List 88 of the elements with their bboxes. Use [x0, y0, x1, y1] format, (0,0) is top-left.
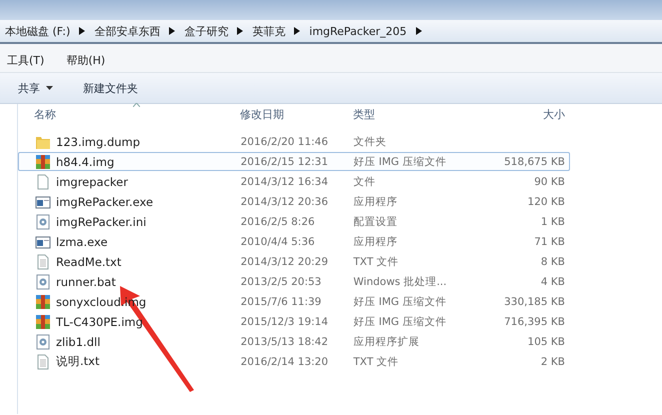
modified-date: 2016/2/14 13:20 [240, 356, 330, 368]
modified-date: 2014/3/12 20:29 [240, 256, 330, 268]
file-row[interactable]: runner.bat 2013/2/5 20:53 Windows 批处理... 4 KB [18, 272, 570, 291]
file-row[interactable]: 123.img.dump 2016/2/20 11:46 文件夹 [18, 132, 570, 151]
modified-date: 2016/2/5 8:26 [240, 216, 316, 228]
file-name: TL-C430PE.img [56, 314, 143, 328]
archive-icon [35, 294, 51, 310]
toolbar-button[interactable]: 新建文件夹 [75, 78, 146, 98]
document-icon [35, 174, 51, 190]
menu-item[interactable]: 工具(T) [7, 52, 44, 68]
file-type: 应用程序 [353, 234, 398, 248]
file-name: h84.4.img [56, 154, 114, 168]
file-row[interactable]: TL-C430PE.img 2015/12/3 19:14 好压 IMG 压缩文件 716,395 KB [18, 312, 570, 331]
file-size: 105 KB [528, 336, 565, 348]
file-type: 应用程序 [353, 194, 398, 208]
file-row[interactable]: 说明.txt 2016/2/14 13:20 TXT 文件 2 KB [18, 352, 570, 371]
column-header[interactable]: 类型 [353, 106, 475, 122]
file-type: Windows 批处理... [353, 274, 448, 288]
modified-date: 2010/4/4 5:36 [240, 236, 316, 248]
modified-date: 2014/3/12 16:34 [240, 176, 330, 188]
file-row[interactable]: h84.4.img 2016/2/15 12:31 好压 IMG 压缩文件 518,675 KB [18, 152, 570, 171]
modified-date: 2014/3/12 20:36 [240, 196, 330, 208]
file-name: ReadMe.txt [56, 254, 122, 268]
program-window-icon [35, 194, 51, 210]
address-bar[interactable]: 本地磁盘 (F:) 全部安卓东西 盒子研究 英菲克 imgRePacker_205 [0, 20, 662, 44]
file-size: 4 KB [540, 276, 565, 288]
file-type: 好压 IMG 压缩文件 [353, 154, 448, 168]
program-window-icon [35, 234, 51, 250]
chevron-icon[interactable] [294, 27, 300, 35]
file-name: zlib1.dll [56, 334, 100, 348]
file-size: 71 KB [534, 236, 565, 248]
modified-date: 2013/2/5 20:53 [240, 276, 322, 288]
file-size: 716,395 KB [504, 316, 565, 328]
chevron-icon[interactable] [169, 27, 176, 35]
file-name: 说明.txt [56, 354, 100, 369]
file-row[interactable]: zlib1.dll 2013/5/13 18:42 应用程序扩展 105 KB [18, 332, 570, 351]
gear-document-icon [35, 214, 51, 230]
text-document-icon [35, 254, 51, 270]
file-name: runner.bat [56, 274, 116, 288]
file-size: 1 KB [540, 216, 565, 228]
file-name: imgRePacker.exe [56, 194, 154, 208]
file-size: 330,185 KB [504, 296, 565, 308]
modified-date: 2016/2/15 12:31 [240, 156, 330, 168]
column-header[interactable]: 修改日期 [240, 106, 353, 122]
menu-item[interactable]: 帮助(H) [66, 52, 106, 68]
breadcrumb-item[interactable]: imgRePacker_205 [309, 24, 407, 38]
file-type: 好压 IMG 压缩文件 [353, 294, 448, 308]
file-size: 2 KB [540, 356, 565, 368]
file-row[interactable]: lzma.exe 2010/4/4 5:36 应用程序 71 KB [18, 232, 570, 251]
breadcrumb-item[interactable]: 全部安卓东西 [94, 24, 160, 38]
file-size: 518,675 KB [504, 156, 565, 168]
file-name: 123.img.dump [56, 134, 140, 148]
file-size: 8 KB [540, 256, 565, 268]
file-row[interactable]: imgRePacker.exe 2014/3/12 20:36 应用程序 120 KB [18, 192, 570, 211]
file-type: 好压 IMG 压缩文件 [353, 314, 448, 328]
file-type: 应用程序扩展 [353, 334, 420, 348]
file-type: 文件夹 [353, 134, 388, 148]
file-size: 90 KB [534, 176, 565, 188]
file-type: 文件 [353, 174, 376, 188]
file-row[interactable]: ReadMe.txt 2014/3/12 20:29 TXT 文件 8 KB [18, 252, 570, 271]
breadcrumb-item[interactable]: 盒子研究 [184, 24, 228, 38]
archive-icon [35, 314, 51, 330]
column-header[interactable]: 大小 [475, 106, 569, 122]
chevron-icon[interactable] [416, 27, 422, 35]
file-name: lzma.exe [56, 234, 108, 248]
modified-date: 2015/7/6 11:39 [240, 296, 322, 308]
file-type: TXT 文件 [353, 354, 400, 368]
archive-icon [35, 154, 51, 170]
modified-date: 2016/2/20 11:46 [240, 136, 330, 148]
text-document-icon [35, 354, 51, 370]
file-size: 120 KB [528, 196, 565, 208]
breadcrumb-item[interactable]: 本地磁盘 (F:) [5, 24, 70, 38]
file-name: imgrepacker [56, 174, 128, 188]
chevron-icon[interactable] [237, 27, 244, 35]
modified-date: 2013/5/13 18:42 [240, 336, 330, 348]
toolbar-button[interactable]: 共享 [10, 78, 61, 98]
file-type: 配置设置 [353, 214, 398, 228]
column-header[interactable]: 名称 [18, 106, 240, 122]
file-name: imgRePacker.ini [56, 214, 146, 228]
modified-date: 2015/12/3 19:14 [240, 316, 330, 328]
caret-icon [46, 86, 53, 90]
file-row[interactable]: imgRePacker.ini 2016/2/5 8:26 配置设置 1 KB [18, 212, 570, 231]
chevron-icon[interactable] [79, 27, 86, 35]
gear-document-icon [35, 274, 51, 290]
gear-document-icon [35, 334, 51, 350]
file-type: TXT 文件 [353, 254, 400, 268]
breadcrumb-item[interactable]: 英菲克 [252, 24, 286, 38]
file-row[interactable]: imgrepacker 2014/3/12 16:34 文件 90 KB [18, 172, 570, 191]
